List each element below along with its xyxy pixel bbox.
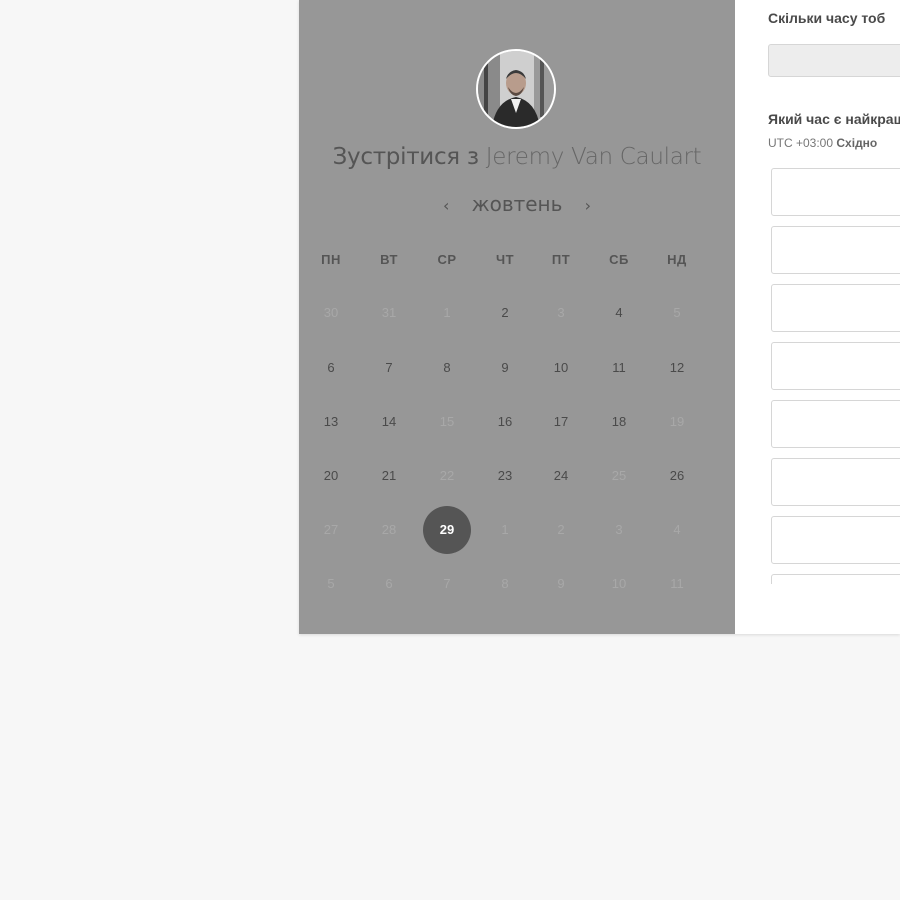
time-slot-button[interactable] xyxy=(771,284,900,332)
calendar-day: 3 xyxy=(615,522,623,537)
calendar-day[interactable]: 21 xyxy=(365,452,413,500)
calendar-day: 25 xyxy=(611,468,627,483)
calendar-day[interactable]: 24 xyxy=(537,452,585,500)
meeting-title: Зустрітися з Jeremy Van Caulart xyxy=(299,144,735,170)
calendar-day-selected[interactable]: 29 xyxy=(423,506,471,554)
timezone-name: Східно xyxy=(836,136,878,150)
calendar-day[interactable]: 12 xyxy=(653,344,701,392)
calendar-day: 2 xyxy=(557,522,565,537)
calendar-day: 5 xyxy=(673,305,681,320)
calendar-day: 28 xyxy=(381,522,397,537)
calendar-day[interactable]: 13 xyxy=(307,398,355,446)
time-slot-button[interactable] xyxy=(771,226,900,274)
calendar-day: 1 xyxy=(443,305,451,320)
timezone-offset: UTC +03:00 xyxy=(768,136,834,150)
host-avatar xyxy=(476,49,556,129)
weekday-header: ВТ xyxy=(380,252,398,267)
weekday-header: ЧТ xyxy=(495,252,515,267)
calendar-day[interactable]: 26 xyxy=(653,452,701,500)
weekday-header: СБ xyxy=(609,252,629,267)
month-navigation: ‹ жовтень › xyxy=(299,192,735,216)
calendar-day: 11 xyxy=(670,576,684,591)
meeting-title-prefix: Зустрітися з xyxy=(332,144,479,170)
calendar-panel: Зустрітися з Jeremy Van Caulart ‹ жовтен… xyxy=(299,0,735,634)
next-month-icon[interactable]: › xyxy=(577,196,599,215)
calendar-day: 8 xyxy=(501,576,509,591)
calendar-day[interactable]: 17 xyxy=(537,398,585,446)
time-question: Який час є найкращ xyxy=(768,111,900,127)
calendar-day[interactable]: 2 xyxy=(481,289,529,337)
calendar-day: 22 xyxy=(439,468,455,483)
weekday-header: ПН xyxy=(321,252,341,267)
time-slot-button[interactable] xyxy=(771,574,900,584)
calendar-day: 30 xyxy=(323,305,339,320)
calendar-day[interactable]: 7 xyxy=(365,344,413,392)
calendar-day: 1 xyxy=(501,522,509,537)
timezone-label[interactable]: UTC +03:00 Східно xyxy=(768,136,877,150)
time-slot-list xyxy=(771,168,900,584)
booking-card: Зустрітися з Jeremy Van Caulart ‹ жовтен… xyxy=(299,0,900,634)
calendar-day: 27 xyxy=(323,522,339,537)
time-slot-button[interactable] xyxy=(771,400,900,448)
calendar-day: 31 xyxy=(381,305,397,320)
calendar-day[interactable]: 16 xyxy=(481,398,529,446)
calendar-day: 9 xyxy=(557,576,565,591)
calendar-day[interactable]: 4 xyxy=(595,289,643,337)
current-month-label: жовтень xyxy=(471,192,563,216)
weekday-header: НД xyxy=(667,252,687,267)
calendar-day: 7 xyxy=(443,576,451,591)
calendar-day: 15 xyxy=(439,414,455,429)
calendar-day[interactable]: 9 xyxy=(481,344,529,392)
calendar-day: 5 xyxy=(327,576,335,591)
time-slot-button[interactable] xyxy=(771,168,900,216)
host-name: Jeremy Van Caulart xyxy=(485,144,702,170)
prev-month-icon[interactable]: ‹ xyxy=(435,196,457,215)
calendar-day[interactable]: 6 xyxy=(307,344,355,392)
booking-form-panel: Скільки часу тоб Який час є найкращ UTC … xyxy=(735,0,900,634)
duration-question: Скільки часу тоб xyxy=(768,10,886,26)
calendar-day: 19 xyxy=(669,414,685,429)
calendar-day: 3 xyxy=(557,305,565,320)
time-slot-button[interactable] xyxy=(771,458,900,506)
calendar-day[interactable]: 20 xyxy=(307,452,355,500)
calendar-day[interactable]: 23 xyxy=(481,452,529,500)
time-slot-button[interactable] xyxy=(771,342,900,390)
weekday-header: СР xyxy=(437,252,457,267)
calendar-day[interactable]: 14 xyxy=(365,398,413,446)
calendar-day[interactable]: 11 xyxy=(595,344,643,392)
calendar-day: 4 xyxy=(673,522,681,537)
calendar-day[interactable]: 10 xyxy=(537,344,585,392)
calendar-day[interactable]: 8 xyxy=(423,344,471,392)
duration-select[interactable] xyxy=(768,44,900,77)
calendar-day[interactable]: 18 xyxy=(595,398,643,446)
time-slot-button[interactable] xyxy=(771,516,900,564)
calendar-day: 6 xyxy=(385,576,393,591)
weekday-header: ПТ xyxy=(551,252,571,267)
calendar-day: 10 xyxy=(611,576,627,591)
